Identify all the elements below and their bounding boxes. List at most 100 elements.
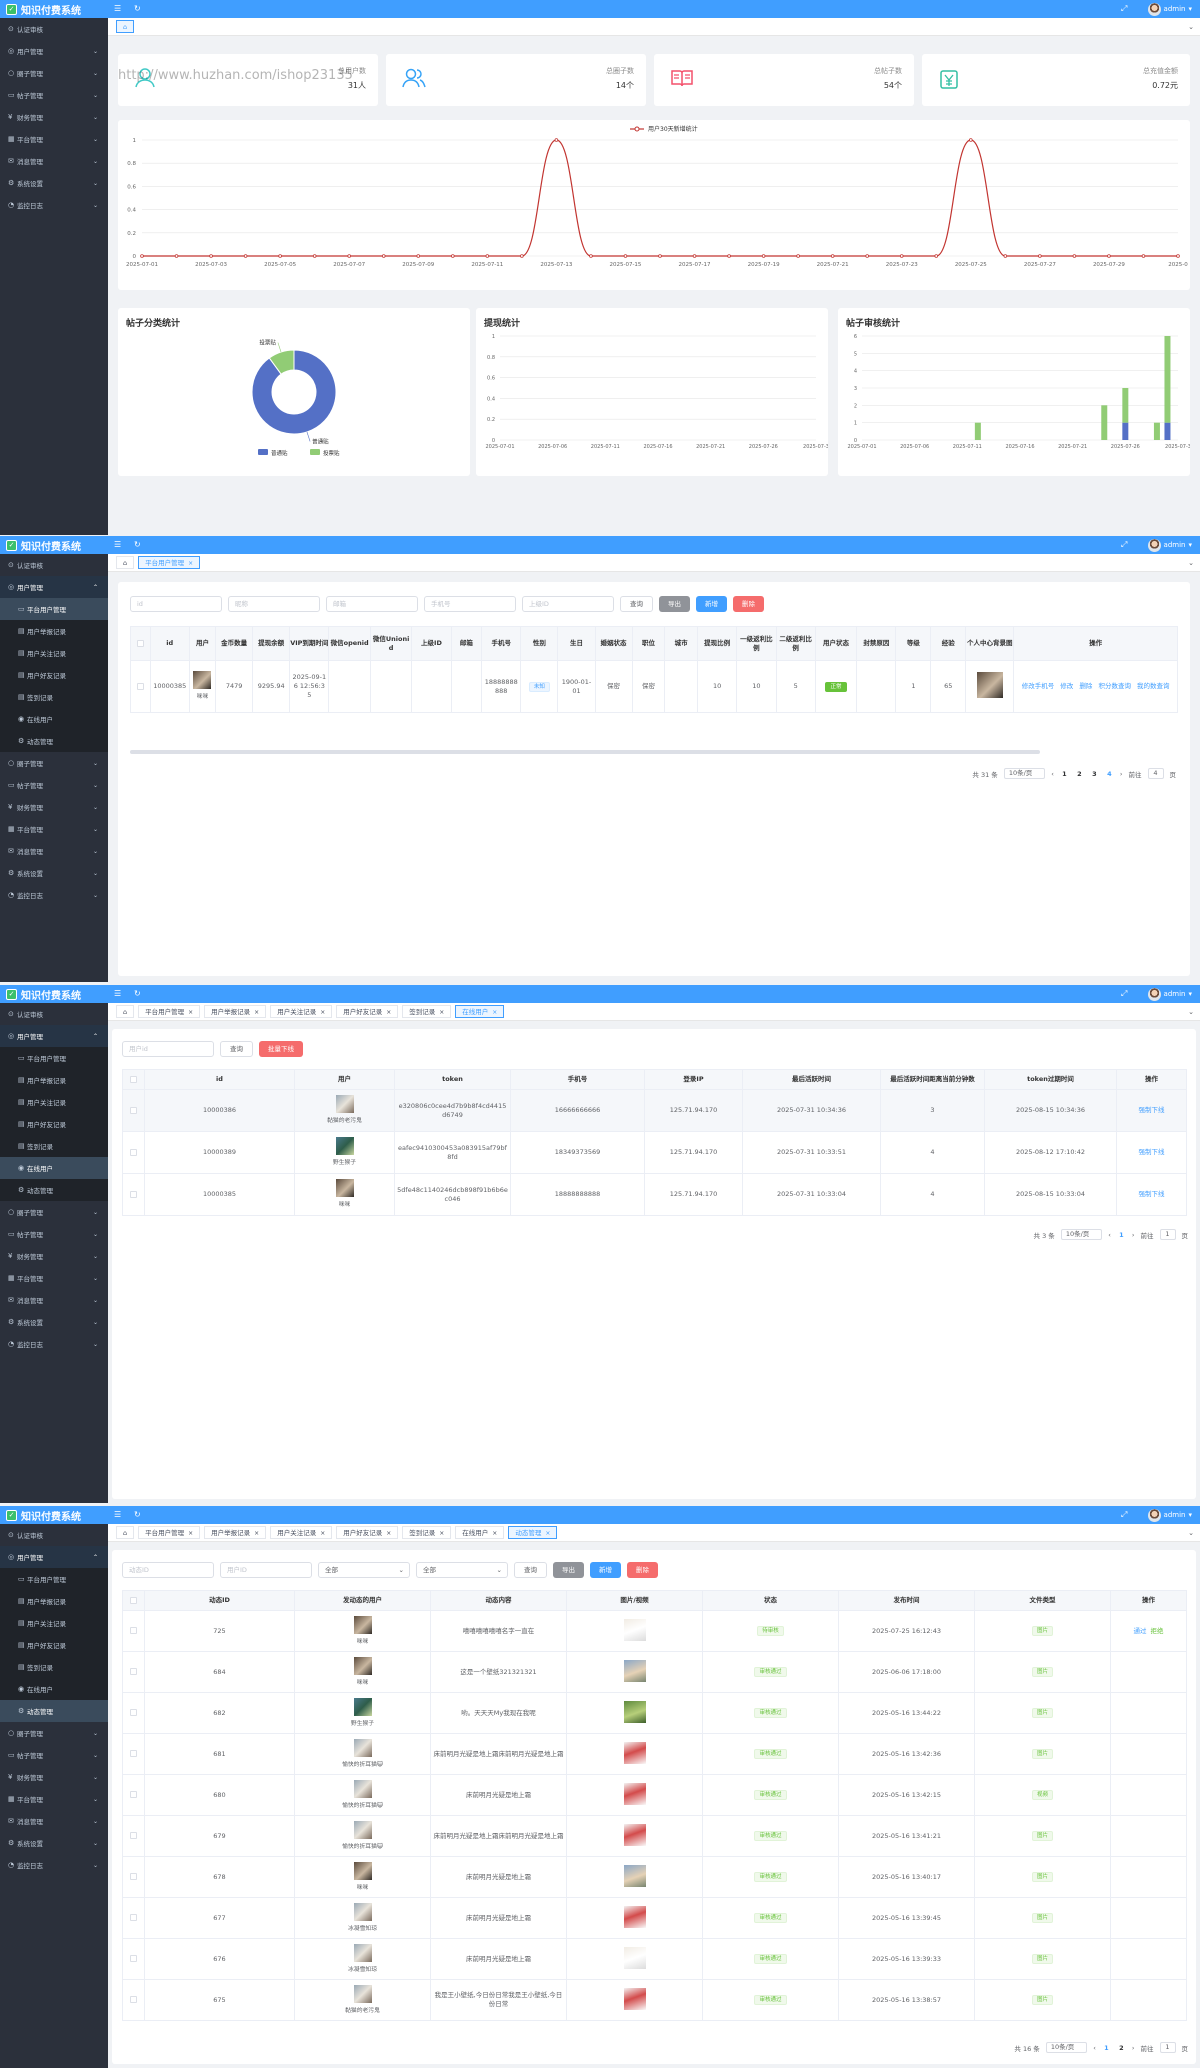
tab-follow[interactable]: 用户关注记录 ×: [270, 1005, 333, 1018]
sidebar-item-users[interactable]: ◎ 用户管理 ⌃: [0, 1025, 108, 1047]
dynamic-id-input[interactable]: 动态ID: [122, 1562, 214, 1578]
table-row[interactable]: 675 黏猫的老污鬼 我是王小壁纸,今日份日常我是王小壁纸,今日份日常 审核通过 202…: [122, 1979, 1187, 2021]
table-row[interactable]: 681 愉快的折耳猫😺 床前明月光疑是地上霜床前明月光疑是地上霜 审核通过 2025-0…: [122, 1733, 1187, 1775]
row-checkbox[interactable]: [122, 1774, 145, 1816]
sidebar-subitem-follow[interactable]: ▤ 用户关注记录: [0, 642, 108, 664]
sidebar-subitem-platform-users[interactable]: ▭ 平台用户管理: [0, 1568, 108, 1590]
media-thumbnail[interactable]: [623, 1987, 646, 2010]
tab-platform-users[interactable]: 平台用户管理 ×: [138, 1005, 201, 1018]
page-number-active[interactable]: 1: [1117, 1231, 1126, 1239]
page-number-active[interactable]: 1: [1102, 2044, 1111, 2052]
sidebar-subitem-follow[interactable]: ▤ 用户关注记录: [0, 1091, 108, 1113]
row-checkbox[interactable]: [130, 660, 151, 713]
delete-button[interactable]: 删除: [627, 1562, 658, 1578]
phone-input[interactable]: 手机号: [424, 596, 516, 612]
user-menu[interactable]: admin ▾: [1147, 537, 1192, 553]
edit-link[interactable]: 修改: [1060, 682, 1073, 690]
sidebar-item-auth[interactable]: ⊙ 认证审核: [0, 554, 108, 576]
sidebar-item-users[interactable]: ◎ 用户管理 ⌃: [0, 1546, 108, 1568]
row-checkbox[interactable]: [122, 1089, 145, 1132]
stat-posts[interactable]: 总帖子数 54个: [654, 54, 914, 106]
sidebar-item-monitor[interactable]: ◔ 监控日志 ⌄: [0, 194, 108, 216]
sidebar-item-users[interactable]: ◎ 用户管理 ⌃: [0, 576, 108, 598]
sidebar-item-platform[interactable]: ▦ 平台管理 ⌄: [0, 1267, 108, 1289]
sidebar-subitem-dynamic[interactable]: ⚙ 动态管理: [0, 1179, 108, 1201]
close-icon[interactable]: ×: [439, 1530, 444, 1537]
row-checkbox[interactable]: [122, 1173, 145, 1216]
hamburger-icon[interactable]: ☰: [114, 1506, 121, 1524]
row-checkbox[interactable]: [122, 1979, 145, 2021]
tab-platform-users[interactable]: 平台用户管理 ×: [138, 1526, 201, 1539]
sidebar-subitem-report[interactable]: ▤ 用户举报记录: [0, 1590, 108, 1612]
refresh-icon[interactable]: ↻: [134, 985, 141, 1003]
id-input[interactable]: id: [130, 596, 222, 612]
media-thumbnail[interactable]: [623, 1946, 646, 1969]
sidebar-item-monitor[interactable]: ◔ 监控日志 ⌄: [0, 1333, 108, 1355]
query-button[interactable]: 查询: [220, 1041, 253, 1057]
add-button[interactable]: 新增: [696, 596, 727, 612]
sidebar-item-monitor[interactable]: ◔ 监控日志 ⌄: [0, 1854, 108, 1876]
tab-signin[interactable]: 签到记录 ×: [402, 1526, 452, 1539]
page-size-select[interactable]: 10条/页: [1060, 1229, 1103, 1240]
sidebar-item-finance[interactable]: ¥ 财务管理 ⌄: [0, 106, 108, 128]
select-all-checkbox[interactable]: [122, 1590, 145, 1611]
page-number-active[interactable]: 4: [1105, 770, 1114, 778]
table-row[interactable]: 679 愉快的折耳猫😺 床前明月光疑是地上霜床前明月光疑是地上霜 审核通过 2025-0…: [122, 1815, 1187, 1857]
media-thumbnail[interactable]: [623, 1659, 646, 1682]
sidebar-subitem-dynamic[interactable]: ⚙ 动态管理: [0, 730, 108, 752]
query-button[interactable]: 查询: [514, 1562, 547, 1578]
type-select[interactable]: 全部 ⌄: [416, 1562, 508, 1578]
table-row[interactable]: 676 冰凝雪知琼 床前明月光疑是地上霜 审核通过 2025-05-16 13:39:3…: [122, 1938, 1187, 1980]
sidebar-item-posts[interactable]: ▭ 帖子管理 ⌄: [0, 1744, 108, 1766]
sidebar-subitem-friend[interactable]: ▤ 用户好友记录: [0, 664, 108, 686]
tab-report[interactable]: 用户举报记录 ×: [204, 1005, 267, 1018]
edit-phone-link[interactable]: 修改手机号: [1022, 682, 1055, 690]
sidebar-item-finance[interactable]: ¥ 财务管理 ⌄: [0, 796, 108, 818]
goto-input[interactable]: 4: [1147, 768, 1164, 779]
close-icon[interactable]: ×: [386, 1009, 391, 1016]
approve-link[interactable]: 通过: [1134, 1627, 1147, 1635]
batch-offline-button[interactable]: 批量下线: [259, 1041, 303, 1057]
sidebar-item-finance[interactable]: ¥ 财务管理 ⌄: [0, 1766, 108, 1788]
page-number[interactable]: 3: [1090, 770, 1099, 778]
prev-page-icon[interactable]: ‹: [1051, 770, 1054, 778]
goto-input[interactable]: 1: [1159, 2042, 1176, 2053]
close-icon[interactable]: ×: [545, 1530, 550, 1537]
sidebar-item-message[interactable]: ✉ 消息管理 ⌄: [0, 150, 108, 172]
media-thumbnail[interactable]: [623, 1618, 646, 1641]
sidebar-item-message[interactable]: ✉ 消息管理 ⌄: [0, 840, 108, 862]
tab-friend[interactable]: 用户好友记录 ×: [336, 1526, 399, 1539]
fullscreen-icon[interactable]: ⤢: [1121, 536, 1127, 554]
close-icon[interactable]: ×: [439, 1009, 444, 1016]
table-row[interactable]: 10000386 黏猫的老污鬼 e320806c0cee4d7b9b8f4cd4…: [122, 1089, 1187, 1132]
hamburger-icon[interactable]: ☰: [114, 536, 121, 554]
tab-friend[interactable]: 用户好友记录 ×: [336, 1005, 399, 1018]
close-icon[interactable]: ×: [320, 1530, 325, 1537]
sidebar-subitem-online[interactable]: ◉ 在线用户: [0, 1678, 108, 1700]
sidebar-subitem-online[interactable]: ◉ 在线用户: [0, 708, 108, 730]
sidebar-subitem-signin[interactable]: ▤ 签到记录: [0, 686, 108, 708]
hamburger-icon[interactable]: ☰: [114, 985, 121, 1003]
sidebar-item-finance[interactable]: ¥ 财务管理 ⌄: [0, 1245, 108, 1267]
media-thumbnail[interactable]: [623, 1700, 646, 1723]
status-select[interactable]: 全部 ⌄: [318, 1562, 410, 1578]
table-row[interactable]: 10000385 咪咪 7479 9295.94 2025-09-16 12:5…: [130, 660, 1178, 713]
chevron-down-icon[interactable]: ⌄: [1188, 559, 1194, 567]
sidebar-subitem-report[interactable]: ▤ 用户举报记录: [0, 1069, 108, 1091]
tab-home[interactable]: ⌂: [116, 1526, 135, 1539]
page-number[interactable]: 2: [1117, 2044, 1126, 2052]
prev-page-icon[interactable]: ‹: [1108, 1231, 1111, 1239]
row-checkbox[interactable]: [122, 1692, 145, 1734]
page-number[interactable]: 1: [1060, 770, 1069, 778]
sidebar-subitem-signin[interactable]: ▤ 签到记录: [0, 1135, 108, 1157]
sidebar-item-message[interactable]: ✉ 消息管理 ⌄: [0, 1810, 108, 1832]
tab-signin[interactable]: 签到记录 ×: [402, 1005, 452, 1018]
sidebar-item-monitor[interactable]: ◔ 监控日志 ⌄: [0, 884, 108, 906]
sidebar-item-settings[interactable]: ⚙ 系统设置 ⌄: [0, 862, 108, 884]
force-offline-link[interactable]: 强制下线: [1139, 1148, 1165, 1156]
close-icon[interactable]: ×: [386, 1530, 391, 1537]
reject-link[interactable]: 拒绝: [1151, 1627, 1164, 1635]
row-checkbox[interactable]: [122, 1733, 145, 1775]
sidebar-subitem-platform-users[interactable]: ▭ 平台用户管理: [0, 598, 108, 620]
close-icon[interactable]: ×: [188, 560, 193, 567]
